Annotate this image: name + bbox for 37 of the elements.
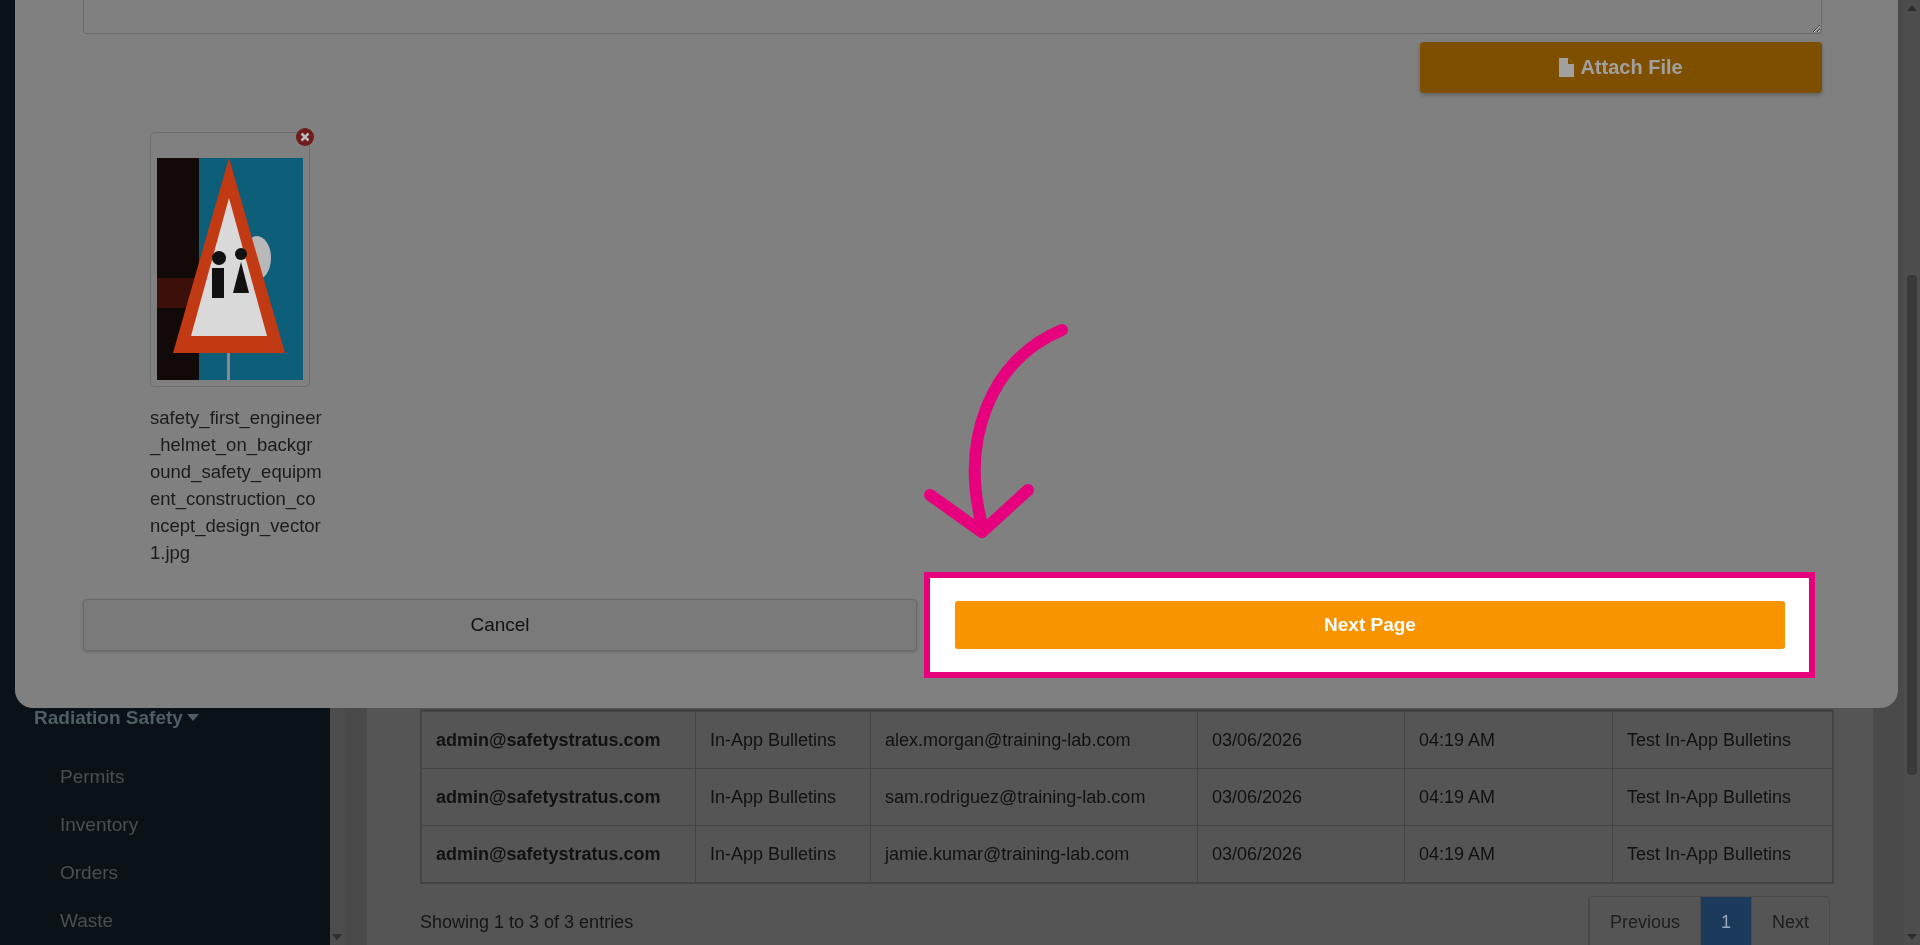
table-cell: 04:19 AM: [1404, 769, 1612, 825]
table-cell-text: admin@safetystratus.com: [435, 785, 662, 809]
entries-summary: Showing 1 to 3 of 3 entries: [420, 911, 634, 933]
table-cell: Test In-App Bulletins: [1612, 826, 1832, 882]
attach-file-button[interactable]: Attach File: [1420, 42, 1822, 93]
pagination-button[interactable]: 1: [1699, 897, 1751, 945]
table-cell: In-App Bulletins: [695, 712, 870, 768]
table-cell: In-App Bulletins: [695, 769, 870, 825]
table-cell: In-App Bulletins: [695, 826, 870, 882]
pagination-button[interactable]: Next: [1751, 897, 1829, 945]
sidebar-section-toggle[interactable]: Radiation Safety: [0, 704, 330, 731]
table-cell: jamie.kumar@training-lab.com: [870, 826, 1197, 882]
table-cell: 03/06/2026: [1197, 769, 1404, 825]
table-cell: Test In-App Bulletins: [1612, 712, 1832, 768]
table-cell: 03/06/2026: [1197, 712, 1404, 768]
table-cell: 04:19 AM: [1404, 712, 1612, 768]
next-page-button[interactable]: Next Page: [955, 601, 1785, 649]
close-icon[interactable]: [295, 127, 315, 147]
table-cell: sam.rodriguez@training-lab.com: [870, 769, 1197, 825]
table-cell: alex.morgan@training-lab.com: [870, 712, 1197, 768]
table-cell-text: admin@safetystratus.com: [435, 842, 662, 866]
table-cell: Test In-App Bulletins: [1612, 769, 1832, 825]
caret-icon: [186, 713, 199, 722]
scroll-down-icon: [332, 934, 342, 941]
file-name: safety_first_engineer_helmet_on_background_safety_equipment_construction_concept_design_vector1.jpg: [150, 406, 322, 565]
table-cell: 04:19 AM: [1404, 826, 1612, 882]
sidebar-item[interactable]: Inventory: [0, 801, 330, 849]
text-area[interactable]: [83, 0, 1822, 34]
sidebar-item[interactable]: Orders: [0, 849, 330, 897]
sidebar-item[interactable]: Waste: [0, 897, 330, 945]
scroll-down-icon: [1907, 934, 1917, 941]
table-cell: 03/06/2026: [1197, 826, 1404, 882]
sidebar-item[interactable]: Permits: [0, 753, 330, 801]
cancel-button[interactable]: Cancel: [83, 599, 917, 651]
file-icon: [1559, 58, 1575, 77]
scroll-up-icon: [1907, 4, 1917, 11]
table-cell-text: admin@safetystratus.com: [435, 728, 662, 752]
